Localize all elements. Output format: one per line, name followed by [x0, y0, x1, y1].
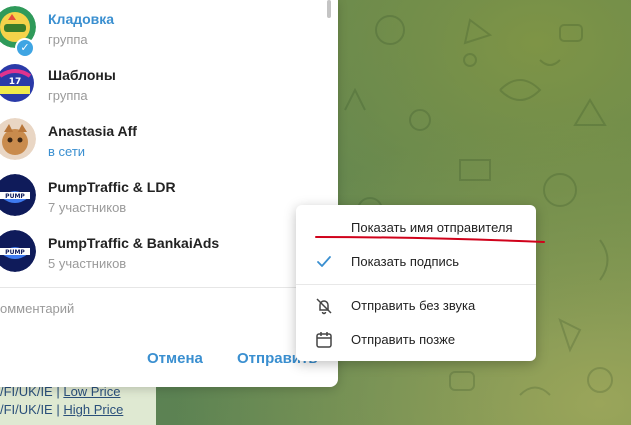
chat-name: Шаблоны [48, 67, 116, 83]
chat-name: PumpTraffic & BankaiAds [48, 235, 220, 251]
selected-check-icon: ✓ [15, 38, 35, 58]
chat-status: 7 участников [48, 200, 127, 215]
chat-status: группа [48, 88, 88, 103]
menu-item-schedule[interactable]: Отправить позже [296, 323, 536, 357]
menu-divider [296, 284, 536, 285]
chat-item-kladovka[interactable]: ✓ Кладовка группа [0, 0, 330, 58]
chat-status: группа [48, 32, 88, 47]
comment-input[interactable]: омментарий [0, 301, 320, 321]
chat-status: 5 участников [48, 256, 127, 271]
chat-status: в сети [48, 144, 86, 159]
chat-item-anastasia[interactable]: Anastasia Aff в сети [0, 112, 330, 168]
high-price-link[interactable]: High Price [63, 402, 123, 417]
chat-name: Кладовка [48, 11, 115, 27]
divider [0, 287, 338, 288]
menu-item-show-sender-name[interactable]: Показать имя отправителя [296, 211, 536, 245]
svg-text:17: 17 [9, 77, 22, 87]
pumptraffic-avatar: PUMP [0, 230, 36, 272]
menu-item-label: Показать имя отправителя [351, 220, 513, 235]
chat-item-pumptraffic-ldr[interactable]: PUMP PumpTraffic & LDR 7 участников [0, 168, 330, 224]
chat-name: Anastasia Aff [48, 123, 137, 139]
menu-item-label: Отправить без звука [351, 298, 476, 313]
pumptraffic-avatar: PUMP [0, 174, 36, 216]
svg-text:PUMP: PUMP [5, 249, 25, 256]
svg-text:PUMP: PUMP [5, 193, 25, 200]
menu-item-send-silently[interactable]: Отправить без звука [296, 289, 536, 323]
anastasia-avatar [0, 118, 36, 160]
check-icon [314, 252, 334, 272]
background-message-line: /FI/UK/IE | High Price [0, 402, 123, 418]
chat-item-pumptraffic-bankaiads[interactable]: PUMP PumpTraffic & BankaiAds 5 участнико… [0, 224, 330, 280]
calendar-icon [314, 330, 334, 350]
menu-item-label: Отправить позже [351, 332, 456, 347]
cancel-button[interactable]: Отмена [147, 350, 203, 367]
send-options-menu: Показать имя отправителя Показать подпис… [296, 205, 536, 361]
menu-item-label: Показать подпись [351, 254, 460, 269]
shablony-avatar: 17 [0, 62, 36, 104]
line-prefix: /FI/UK/IE | [0, 402, 64, 417]
muted-bell-icon [314, 296, 334, 316]
share-dialog: ✓ Кладовка группа 17 Шаблоны группа Anas… [0, 0, 338, 387]
chat-item-shablony[interactable]: 17 Шаблоны группа [0, 56, 330, 112]
menu-item-show-caption[interactable]: Показать подпись [296, 245, 536, 279]
chat-name: PumpTraffic & LDR [48, 179, 176, 195]
